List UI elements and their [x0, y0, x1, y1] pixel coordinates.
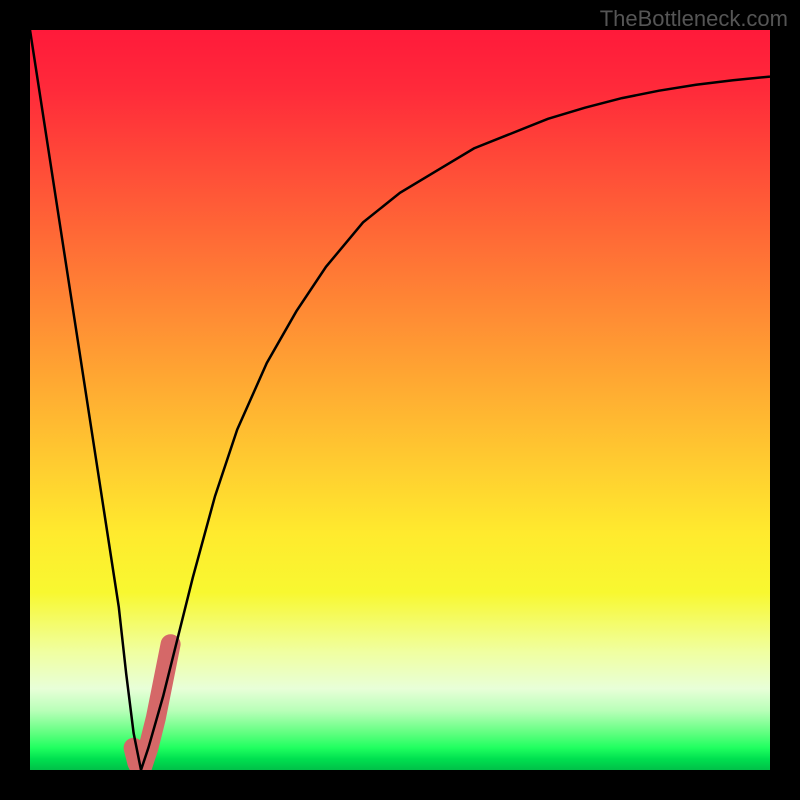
curve-path: [30, 30, 770, 770]
watermark-text: TheBottleneck.com: [600, 6, 788, 32]
chart-container: [30, 30, 770, 770]
marker-path: [134, 644, 171, 770]
chart-svg: [30, 30, 770, 770]
